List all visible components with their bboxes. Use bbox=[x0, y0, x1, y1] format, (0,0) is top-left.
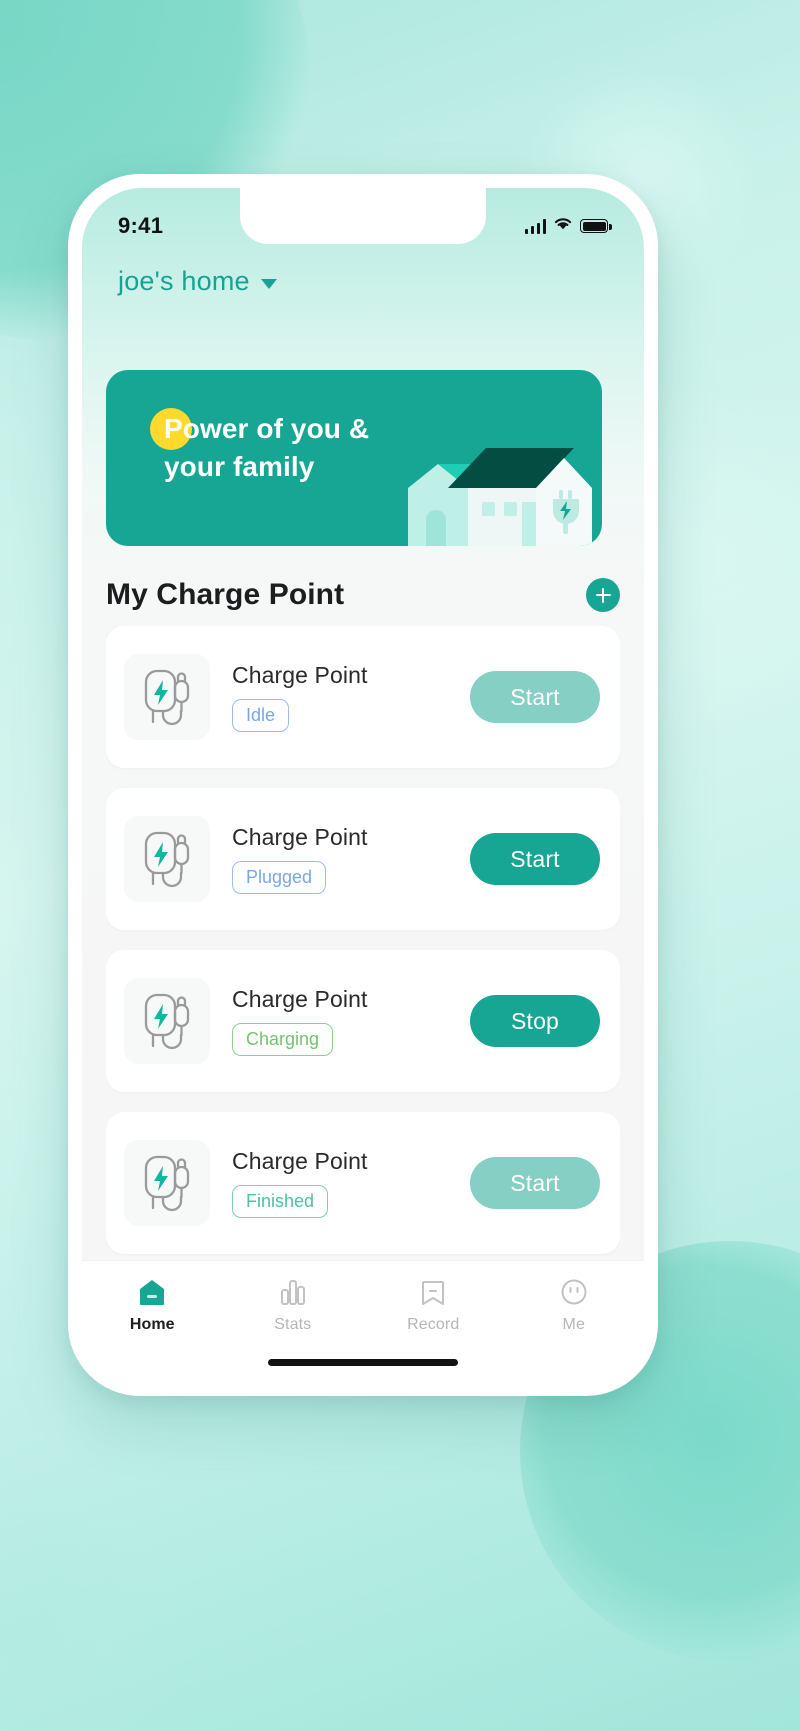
promo-banner-line2: your family bbox=[164, 451, 315, 483]
status-bar: 9:41 bbox=[82, 188, 644, 250]
promo-banner-line1: Power of you & bbox=[164, 413, 370, 444]
bar-chart-icon bbox=[276, 1275, 310, 1309]
battery-full-icon bbox=[580, 219, 612, 233]
charge-point-icon bbox=[124, 654, 210, 740]
charge-point-info: Charge Point Finished bbox=[210, 1147, 470, 1219]
tab-item-me[interactable]: Me bbox=[504, 1275, 645, 1334]
promo-banner-text: Power of you & your family bbox=[164, 410, 404, 487]
charge-point-icon bbox=[124, 978, 210, 1064]
tab-label: Me bbox=[562, 1316, 585, 1333]
add-charge-point-button[interactable] bbox=[586, 578, 620, 612]
home-indicator bbox=[268, 1359, 458, 1366]
status-bar-icons bbox=[524, 216, 612, 236]
tab-item-home[interactable]: Home bbox=[82, 1275, 223, 1334]
face-icon bbox=[557, 1275, 591, 1309]
charge-point-name: Charge Point bbox=[232, 1147, 368, 1174]
chevron-down-icon[interactable] bbox=[260, 278, 277, 289]
charge-point-icon bbox=[124, 816, 210, 902]
charge-point-name: Charge Point bbox=[232, 661, 368, 688]
home-name-label: joe's home bbox=[118, 266, 250, 296]
charge-point-info: Charge Point Charging bbox=[210, 985, 470, 1057]
phone-frame: 9:41 joe's home Power of you & your fami… bbox=[68, 174, 658, 1396]
tab-item-stats[interactable]: Stats bbox=[223, 1275, 364, 1334]
charge-action-button[interactable]: Start bbox=[470, 671, 600, 723]
charge-point-name: Charge Point bbox=[232, 823, 368, 850]
charge-action-button[interactable]: Stop bbox=[470, 995, 600, 1047]
charge-point-card[interactable]: Charge Point Plugged Start bbox=[106, 788, 620, 930]
tab-label: Stats bbox=[274, 1316, 312, 1333]
charge-action-button[interactable]: Start bbox=[470, 1157, 600, 1209]
charge-point-card[interactable]: Charge Point Finished Start bbox=[106, 1112, 620, 1254]
status-badge: Charging bbox=[232, 1022, 334, 1057]
charge-point-name: Charge Point bbox=[232, 985, 368, 1012]
status-badge: Finished bbox=[232, 1184, 329, 1219]
charge-point-info: Charge Point Idle bbox=[210, 661, 470, 733]
home-icon bbox=[135, 1275, 169, 1309]
bookmark-minus-icon bbox=[416, 1275, 450, 1309]
charge-point-info: Charge Point Plugged bbox=[210, 823, 470, 895]
charge-point-list[interactable]: Charge Point Idle Start Charge Point Plugged… bbox=[106, 626, 620, 1290]
section-header: My Charge Point bbox=[106, 578, 620, 612]
status-badge: Plugged bbox=[232, 860, 327, 895]
page-title: My Charge Point bbox=[106, 578, 345, 611]
promo-banner[interactable]: Power of you & your family bbox=[106, 370, 602, 546]
houses-with-plug-illustration bbox=[396, 430, 596, 546]
charge-point-card[interactable]: Charge Point Charging Stop bbox=[106, 950, 620, 1092]
status-badge: Idle bbox=[232, 698, 290, 733]
charge-point-icon bbox=[124, 1140, 210, 1226]
decorative-blob bbox=[0, 1491, 180, 1731]
wifi-icon bbox=[553, 216, 573, 236]
tab-label: Home bbox=[129, 1316, 175, 1333]
charge-point-card[interactable]: Charge Point Idle Start bbox=[106, 626, 620, 768]
home-selector[interactable]: joe's home bbox=[118, 266, 277, 297]
tab-label: Record bbox=[407, 1316, 460, 1333]
status-bar-time: 9:41 bbox=[118, 213, 164, 238]
charge-action-button[interactable]: Start bbox=[470, 833, 600, 885]
cellular-signal-icon bbox=[524, 218, 546, 234]
phone-screen: 9:41 joe's home Power of you & your fami… bbox=[82, 188, 644, 1382]
tab-item-record[interactable]: Record bbox=[363, 1275, 504, 1334]
